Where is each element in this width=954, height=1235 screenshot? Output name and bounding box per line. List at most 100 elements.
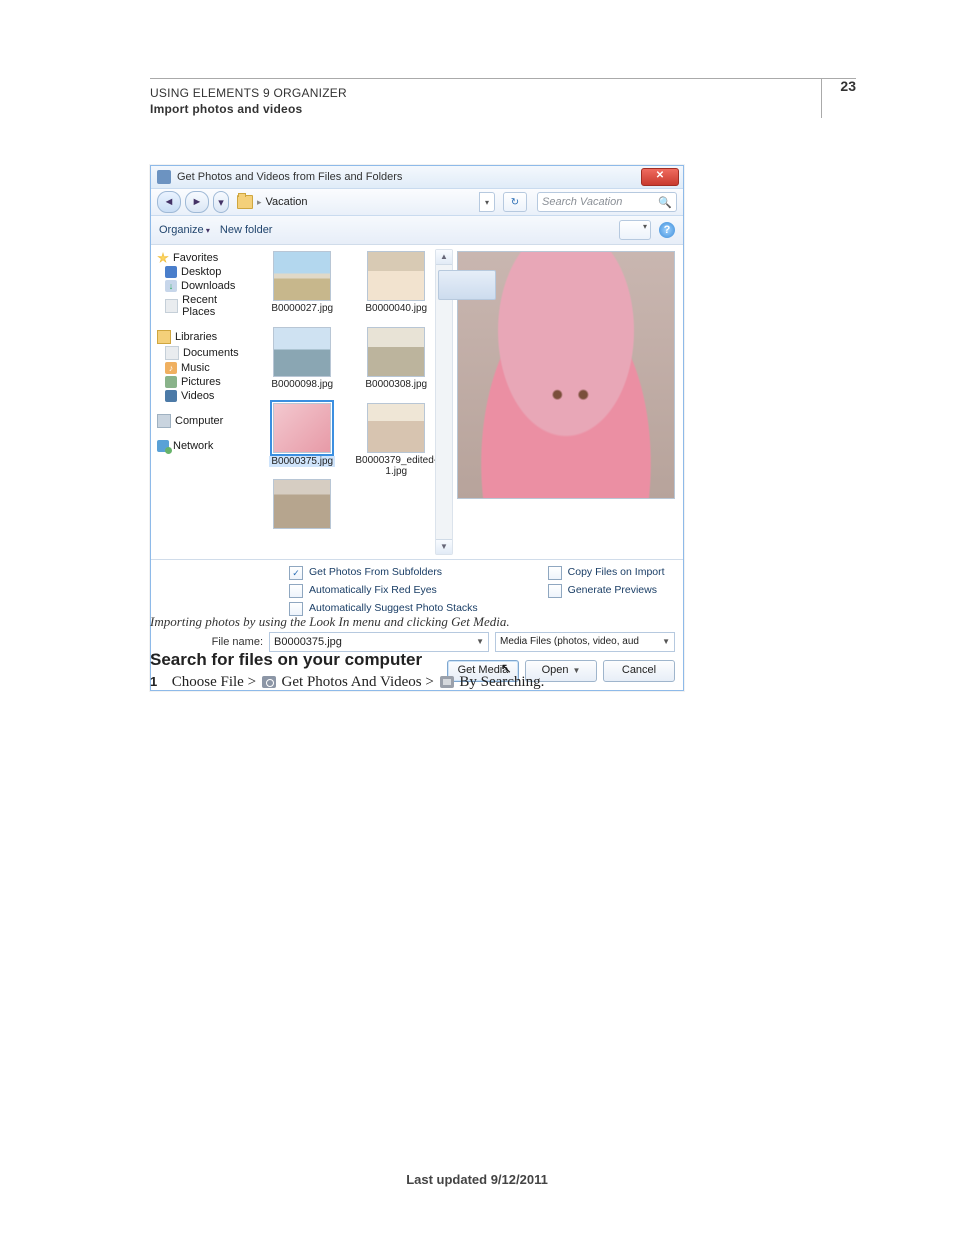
thumbnail-icon bbox=[273, 251, 331, 301]
thumbnail-icon bbox=[367, 327, 425, 377]
file-name: B0000308.jpg bbox=[354, 379, 438, 390]
checkbox-icon bbox=[289, 584, 303, 598]
videos-icon bbox=[165, 390, 177, 402]
scroll-down-button[interactable]: ▼ bbox=[436, 539, 452, 554]
file-item[interactable]: B0000379_edited-1.jpg bbox=[354, 403, 438, 477]
header-line1: USING ELEMENTS 9 ORGANIZER bbox=[150, 86, 347, 100]
search-input[interactable]: Search Vacation 🔍 bbox=[537, 192, 677, 212]
filename-label: File name: bbox=[159, 636, 263, 648]
file-name: B0000375.jpg bbox=[269, 456, 335, 467]
location-dropdown[interactable]: ▾ bbox=[479, 192, 495, 212]
chevron-down-icon: ▼ bbox=[573, 666, 581, 675]
nav-back-button[interactable]: ◄ bbox=[157, 191, 181, 213]
header-rule bbox=[150, 78, 856, 79]
search-icon: 🔍 bbox=[658, 196, 672, 209]
step-number: 1 bbox=[150, 674, 168, 689]
sidebar-videos[interactable]: Videos bbox=[155, 389, 250, 403]
sidebar-network[interactable]: Network bbox=[155, 439, 250, 453]
music-icon bbox=[165, 362, 177, 374]
file-item[interactable]: B0000308.jpg bbox=[354, 327, 438, 401]
file-name: B0000040.jpg bbox=[354, 303, 438, 314]
page-number-box: 23 bbox=[828, 78, 856, 96]
sidebar-documents[interactable]: Documents bbox=[155, 345, 250, 361]
thumbnail-icon bbox=[273, 479, 331, 529]
downloads-icon bbox=[165, 280, 177, 292]
filename-field[interactable]: B0000375.jpg▼ bbox=[269, 632, 489, 652]
thumbnail-icon bbox=[273, 327, 331, 377]
pictures-icon bbox=[165, 376, 177, 388]
section-heading: Search for files on your computer bbox=[150, 650, 422, 670]
view-options-button[interactable] bbox=[619, 220, 651, 240]
breadcrumb-location: Vacation bbox=[266, 196, 308, 208]
close-button[interactable]: ✕ bbox=[641, 168, 679, 186]
cancel-button[interactable]: Cancel bbox=[603, 660, 675, 682]
running-header: USING ELEMENTS 9 ORGANIZER Import photos… bbox=[150, 86, 347, 116]
file-name: B0000098.jpg bbox=[260, 379, 344, 390]
folder-icon bbox=[237, 195, 253, 209]
camera-icon bbox=[262, 676, 276, 688]
chevron-down-icon: ▼ bbox=[662, 633, 670, 651]
checkbox-checked-icon: ✓ bbox=[289, 566, 303, 580]
nav-forward-button[interactable]: ► bbox=[185, 191, 209, 213]
breadcrumb[interactable]: ▸ Vacation bbox=[237, 195, 308, 209]
documents-icon bbox=[165, 346, 179, 360]
step-text-3: By Searching. bbox=[459, 674, 544, 690]
checkbox-icon bbox=[548, 566, 562, 580]
star-icon bbox=[157, 252, 169, 264]
file-item[interactable]: B0000040.jpg bbox=[354, 251, 438, 325]
dialog-nav-bar: ◄ ► ▾ ▸ Vacation ▾ ↻ Search Vacation 🔍 bbox=[151, 189, 683, 216]
figure-caption: Importing photos by using the Look In me… bbox=[150, 614, 510, 630]
thumbnail-icon bbox=[367, 251, 425, 301]
nav-sidebar: Favorites Desktop Downloads Recent Place… bbox=[151, 245, 254, 559]
toolbar-new-folder[interactable]: New folder bbox=[220, 224, 273, 236]
checkbox-icon bbox=[548, 584, 562, 598]
sidebar-recent-places[interactable]: Recent Places bbox=[155, 293, 250, 319]
file-type-filter[interactable]: Media Files (photos, video, aud▼ bbox=[495, 632, 675, 652]
page-footer: Last updated 9/12/2011 bbox=[0, 1172, 954, 1187]
file-item-selected[interactable]: B0000375.jpg bbox=[260, 403, 344, 477]
chevron-down-icon: ▼ bbox=[476, 633, 484, 651]
dialog-title-text: Get Photos and Videos from Files and Fol… bbox=[177, 171, 641, 183]
file-item[interactable]: B0000098.jpg bbox=[260, 327, 344, 401]
computer-icon bbox=[157, 414, 171, 428]
opt-copy-on-import[interactable]: Copy Files on Import bbox=[548, 566, 665, 580]
header-line2: Import photos and videos bbox=[150, 102, 347, 116]
dialog-app-icon bbox=[157, 170, 171, 184]
scroll-thumb[interactable] bbox=[438, 270, 496, 300]
nav-history-dropdown[interactable]: ▾ bbox=[213, 191, 229, 213]
breadcrumb-separator-icon: ▸ bbox=[257, 197, 262, 208]
thumbnail-icon bbox=[273, 403, 331, 453]
dialog-titlebar[interactable]: Get Photos and Videos from Files and Fol… bbox=[151, 166, 683, 189]
sidebar-pictures[interactable]: Pictures bbox=[155, 375, 250, 389]
dialog-window: Get Photos and Videos from Files and Fol… bbox=[150, 165, 684, 691]
sidebar-computer[interactable]: Computer bbox=[155, 413, 250, 429]
scroll-up-button[interactable]: ▲ bbox=[436, 250, 452, 265]
sidebar-favorites[interactable]: Favorites bbox=[155, 251, 250, 265]
search-box-icon bbox=[440, 676, 454, 688]
dialog-toolbar: Organize New folder ? bbox=[151, 216, 683, 245]
file-list-scrollbar[interactable]: ▲ ▼ bbox=[435, 249, 453, 555]
help-button[interactable]: ? bbox=[659, 222, 675, 238]
page-number-rule bbox=[821, 78, 822, 118]
file-name: B0000379_edited-1.jpg bbox=[354, 455, 438, 477]
sidebar-libraries[interactable]: Libraries bbox=[155, 329, 250, 345]
sidebar-desktop[interactable]: Desktop bbox=[155, 265, 250, 279]
file-item[interactable]: B0000027.jpg bbox=[260, 251, 344, 325]
recent-icon bbox=[165, 299, 178, 313]
toolbar-organize[interactable]: Organize bbox=[159, 224, 210, 236]
opt-subfolders[interactable]: ✓Get Photos From Subfolders bbox=[289, 566, 478, 580]
step-text-1: Choose File > bbox=[172, 674, 260, 690]
search-placeholder: Search Vacation bbox=[542, 196, 622, 208]
file-name: B0000027.jpg bbox=[260, 303, 344, 314]
refresh-button[interactable]: ↻ bbox=[503, 192, 527, 212]
desktop-icon bbox=[165, 266, 177, 278]
opt-redeye[interactable]: Automatically Fix Red Eyes bbox=[289, 584, 478, 598]
sidebar-downloads[interactable]: Downloads bbox=[155, 279, 250, 293]
step-1: 1 Choose File > Get Photos And Videos > … bbox=[150, 674, 544, 691]
page-number: 23 bbox=[828, 78, 856, 94]
opt-generate-previews[interactable]: Generate Previews bbox=[548, 584, 665, 598]
figure-dialog: Get Photos and Videos from Files and Fol… bbox=[150, 165, 682, 691]
file-item[interactable] bbox=[260, 479, 344, 553]
file-list[interactable]: ▲ ▼ B0000027.jpg B0000040.jpg B0000098.j… bbox=[254, 245, 451, 559]
sidebar-music[interactable]: Music bbox=[155, 361, 250, 375]
